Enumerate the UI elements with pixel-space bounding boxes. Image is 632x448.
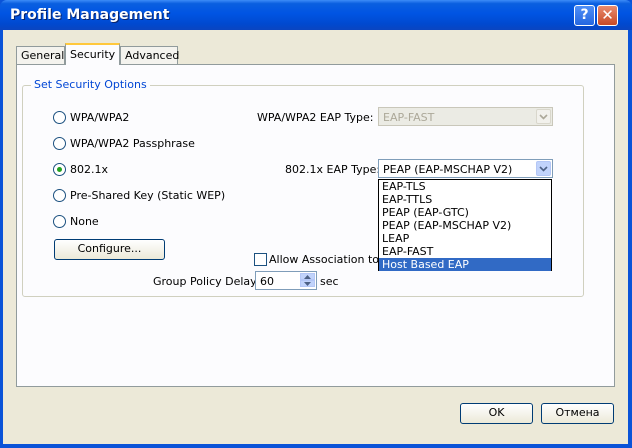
eap-type-dropdown-list[interactable]: EAP-TLS EAP-TTLS PEAP (EAP-GTC) PEAP (EA… xyxy=(378,179,552,271)
radio-label: 802.1x xyxy=(70,163,109,176)
radio-indicator[interactable] xyxy=(53,189,66,202)
dropdown-option[interactable]: EAP-TLS xyxy=(379,180,551,193)
group-policy-delay-label: Group Policy Delay: xyxy=(153,275,260,288)
radio-label: Pre-Shared Key (Static WEP) xyxy=(70,189,226,202)
chevron-down-icon xyxy=(536,109,551,124)
group-policy-delay-stepper[interactable]: 60 xyxy=(255,271,317,290)
group-policy-unit: sec xyxy=(320,275,339,288)
dropdown-option[interactable]: PEAP (EAP-GTC) xyxy=(379,206,551,219)
chevron-down-icon xyxy=(304,281,311,286)
close-icon: ✕ xyxy=(601,6,614,24)
stepper-up-button[interactable] xyxy=(300,273,315,280)
dropdown-option-highlighted[interactable]: Host Based EAP xyxy=(379,258,551,271)
radio-label: None xyxy=(70,215,99,228)
combo-value: PEAP (EAP-MSCHAP V2) xyxy=(383,163,513,176)
radio-indicator[interactable] xyxy=(53,111,66,124)
configure-button[interactable]: Configure... xyxy=(54,239,165,260)
tab-security[interactable]: Security xyxy=(65,43,120,65)
stepper-buttons xyxy=(300,273,315,288)
close-button[interactable]: ✕ xyxy=(597,5,618,26)
wpa-eap-type-select: EAP-FAST xyxy=(378,107,553,126)
help-icon: ? xyxy=(580,7,589,23)
wpa-eap-type-label: WPA/WPA2 EAP Type: xyxy=(257,111,374,124)
radio-indicator-checked[interactable] xyxy=(53,163,66,176)
help-button[interactable]: ? xyxy=(574,5,595,26)
chevron-down-icon[interactable] xyxy=(536,161,551,176)
dropdown-option[interactable]: EAP-FAST xyxy=(379,245,551,258)
window-title: Profile Management xyxy=(10,7,170,23)
profile-management-window: Profile Management ? ✕ General Security … xyxy=(0,0,632,448)
radio-label: WPA/WPA2 xyxy=(70,111,130,124)
allow-association-checkbox[interactable] xyxy=(254,253,267,266)
tab-general[interactable]: General xyxy=(16,46,65,64)
radio-wpa-passphrase[interactable]: WPA/WPA2 Passphrase xyxy=(53,137,195,150)
radio-indicator[interactable] xyxy=(53,215,66,228)
dropdown-option[interactable]: EAP-TTLS xyxy=(379,193,551,206)
chevron-up-icon xyxy=(304,274,311,279)
radio-none[interactable]: None xyxy=(53,215,99,228)
radio-802-1x[interactable]: 802.1x xyxy=(53,163,108,176)
title-bar[interactable]: Profile Management ? ✕ xyxy=(0,0,632,30)
group-label: Set Security Options xyxy=(31,78,150,91)
tab-advanced[interactable]: Advanced xyxy=(120,46,179,64)
cancel-button[interactable]: Отмена xyxy=(541,403,614,424)
dropdown-option[interactable]: LEAP xyxy=(379,232,551,245)
stepper-down-button[interactable] xyxy=(300,280,315,287)
radio-pre-shared-key[interactable]: Pre-Shared Key (Static WEP) xyxy=(53,189,225,202)
dot1x-eap-type-select[interactable]: PEAP (EAP-MSCHAP V2) xyxy=(378,159,553,178)
radio-wpa-wpa2[interactable]: WPA/WPA2 xyxy=(53,111,129,124)
dropdown-option[interactable]: PEAP (EAP-MSCHAP V2) xyxy=(379,219,551,232)
combo-value: EAP-FAST xyxy=(383,111,435,124)
stepper-value[interactable]: 60 xyxy=(260,275,274,288)
ok-button[interactable]: OK xyxy=(460,403,533,424)
radio-label: WPA/WPA2 Passphrase xyxy=(70,137,195,150)
allow-association-label: Allow Association to Mi xyxy=(269,253,396,266)
radio-indicator[interactable] xyxy=(53,137,66,150)
dot1x-eap-type-label: 802.1x EAP Type: xyxy=(285,163,381,176)
